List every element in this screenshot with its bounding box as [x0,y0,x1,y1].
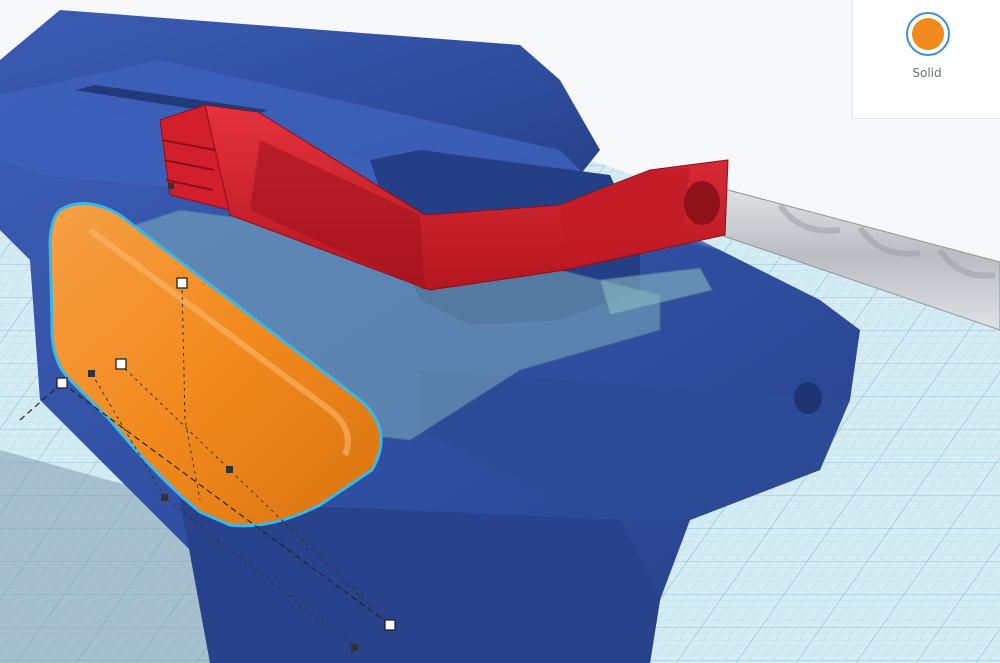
edge-handle[interactable] [161,494,168,501]
edge-handle[interactable] [168,183,174,189]
corner-handle[interactable] [384,619,396,631]
solid-color-button[interactable] [906,12,950,56]
solid-label: Solid [912,66,942,80]
corner-handle[interactable] [56,377,68,389]
3d-viewport[interactable]: Solid [0,0,1000,663]
edge-handle[interactable] [88,370,95,377]
edge-handle[interactable] [226,466,233,473]
corner-handle[interactable] [115,358,127,370]
shape-inspector-panel: Solid [852,0,1000,119]
height-handle[interactable] [176,277,188,289]
color-swatch-icon [912,18,944,50]
scene-canvas[interactable] [0,0,1000,663]
edge-handle[interactable] [351,644,358,651]
pin-hole [794,382,822,414]
